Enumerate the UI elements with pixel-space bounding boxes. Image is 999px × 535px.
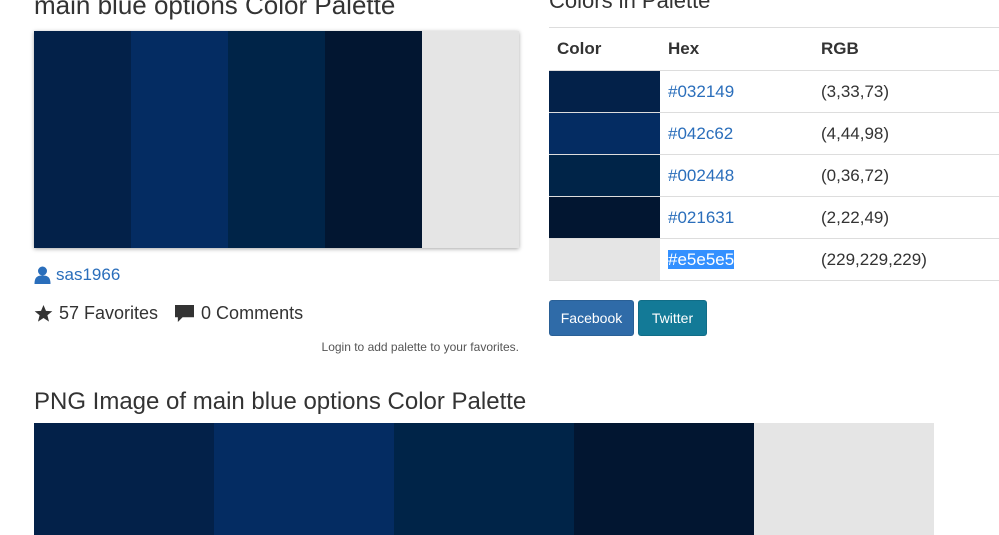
- color-chip: [549, 71, 660, 112]
- star-icon: [34, 304, 53, 322]
- png-swatch: [394, 423, 574, 535]
- png-swatch: [34, 423, 214, 535]
- palette-swatch[interactable]: [325, 31, 422, 248]
- hex-link[interactable]: #032149: [668, 82, 734, 101]
- colors-table: Color Hex RGB #032149 (3,33,73) #042c62 …: [549, 27, 999, 281]
- png-title: PNG Image of main blue options Color Pal…: [34, 388, 527, 415]
- palette-swatch[interactable]: [228, 31, 325, 248]
- author-link[interactable]: sas1966: [56, 264, 120, 286]
- header-hex: Hex: [660, 27, 821, 71]
- rgb-value: (229,229,229): [821, 238, 999, 281]
- comment-icon: [175, 304, 195, 322]
- palette-preview: [34, 31, 519, 248]
- color-chip: [549, 155, 660, 196]
- color-chip: [549, 113, 660, 154]
- table-row: #021631 (2,22,49): [549, 196, 999, 239]
- table-row: #e5e5e5 (229,229,229): [549, 238, 999, 281]
- palette-swatch[interactable]: [422, 31, 519, 248]
- color-chip: [549, 197, 660, 238]
- hex-link[interactable]: #021631: [668, 208, 734, 227]
- table-header-row: Color Hex RGB: [549, 27, 999, 71]
- page-title: main blue options Color Palette: [34, 0, 396, 20]
- colors-title: Colors in Palette: [549, 0, 711, 13]
- png-swatch: [574, 423, 754, 535]
- twitter-share-button[interactable]: Twitter: [638, 300, 707, 336]
- palette-swatch[interactable]: [34, 31, 131, 248]
- rgb-value: (4,44,98): [821, 112, 999, 155]
- table-row: #002448 (0,36,72): [549, 154, 999, 197]
- png-swatch: [754, 423, 934, 535]
- facebook-share-button[interactable]: Facebook: [549, 300, 634, 336]
- hex-link[interactable]: #e5e5e5: [668, 249, 735, 269]
- png-swatch: [214, 423, 394, 535]
- hex-link[interactable]: #042c62: [668, 124, 733, 143]
- login-note: Login to add palette to your favorites.: [321, 340, 519, 354]
- table-row: #042c62 (4,44,98): [549, 112, 999, 155]
- author-line: sas1966: [34, 264, 120, 286]
- hex-link[interactable]: #002448: [668, 166, 734, 185]
- stats-line: 57 Favorites 0 Comments: [34, 301, 303, 325]
- rgb-value: (3,33,73): [821, 70, 999, 113]
- header-rgb: RGB: [821, 27, 999, 71]
- png-image: [34, 423, 934, 535]
- rgb-value: (2,22,49): [821, 196, 999, 239]
- header-color: Color: [549, 27, 660, 71]
- favorites-count: 57 Favorites: [59, 303, 159, 323]
- comments-count: 0 Comments: [201, 303, 304, 323]
- table-row: #032149 (3,33,73): [549, 70, 999, 113]
- color-chip: [549, 239, 660, 280]
- user-icon: [34, 266, 51, 284]
- rgb-value: (0,36,72): [821, 154, 999, 197]
- palette-swatch[interactable]: [131, 31, 228, 248]
